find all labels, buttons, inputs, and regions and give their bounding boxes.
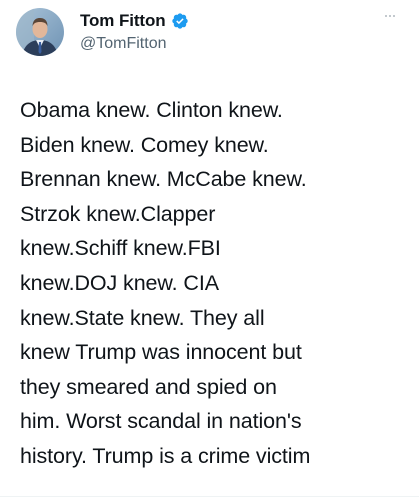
avatar-photo-icon (16, 8, 64, 56)
more-dot (385, 15, 387, 17)
more-dot (393, 15, 395, 17)
author-name-row: Tom Fitton (80, 10, 189, 32)
tweet-card: Tom Fitton @TomFitton Obama knew. Clinto… (0, 0, 419, 500)
author-handle[interactable]: @TomFitton (80, 35, 166, 53)
tweet-text: Obama knew. Clinton knew. Biden knew. Co… (20, 98, 311, 468)
more-dot (389, 15, 391, 17)
author-display-name[interactable]: Tom Fitton (80, 11, 166, 31)
verified-badge-icon (171, 12, 189, 30)
divider (0, 496, 419, 497)
more-options-icon[interactable] (379, 8, 401, 24)
author-avatar[interactable] (16, 8, 64, 56)
